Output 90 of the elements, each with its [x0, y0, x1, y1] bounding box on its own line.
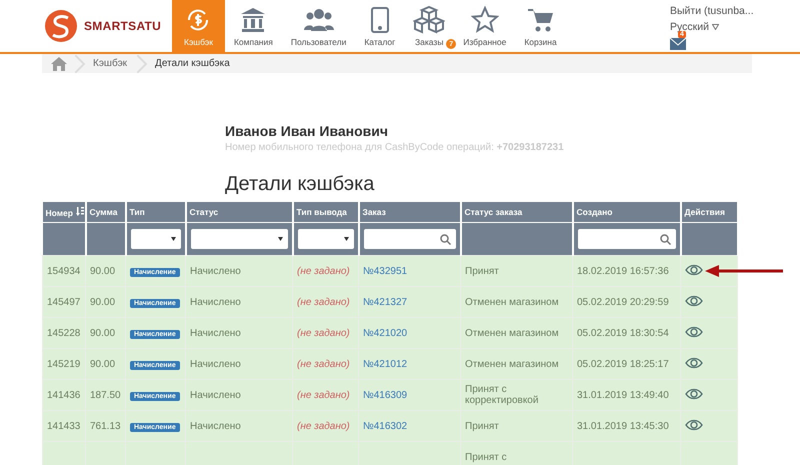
- caret-icon: [278, 237, 282, 241]
- sort-icon[interactable]: [76, 206, 84, 216]
- nav-tab[interactable]: Пользователи: [282, 0, 356, 52]
- nav-tab[interactable]: Каталог: [355, 0, 404, 52]
- star-icon: [470, 6, 499, 34]
- table-cell: Принят: [465, 266, 499, 276]
- order-link[interactable]: №416309: [363, 390, 408, 400]
- nav-tab[interactable]: Корзина: [515, 0, 566, 52]
- caret-icon: [344, 237, 348, 241]
- column-header: Тип: [126, 202, 186, 222]
- table-cell: (не задано): [297, 390, 350, 400]
- pointer-arrow-icon: [705, 265, 783, 277]
- table-cell: 90.00: [90, 328, 116, 338]
- table-cell: Начислено: [190, 328, 241, 338]
- table-cell: Принят с: [465, 452, 507, 462]
- table-cell: Начислено: [190, 390, 241, 400]
- envelope-icon[interactable]: [670, 38, 686, 50]
- table-cell: (не задано): [297, 358, 350, 370]
- table-cell: (не задано): [297, 420, 350, 432]
- breadcrumb-current[interactable]: Детали кэшбэка: [155, 58, 230, 69]
- table-cell: Начислено: [190, 296, 241, 308]
- column-header: Создано: [572, 202, 680, 222]
- nav-tab[interactable]: Компания: [224, 0, 282, 52]
- table-cell: Принят с корректировкой: [465, 384, 538, 406]
- view-eye-icon[interactable]: [685, 326, 703, 338]
- filter-search-field[interactable]: [578, 229, 676, 249]
- column-header: Тип вывода: [292, 202, 358, 222]
- table-cell: 31.01.2019 13:45:30: [577, 420, 669, 432]
- tablet-icon: [368, 6, 391, 34]
- column-header: Статус заказа: [460, 202, 572, 222]
- table-cell: 154934: [47, 266, 80, 276]
- table-cell: 18.02.2019 16:57:36: [577, 266, 669, 276]
- search-icon: [660, 234, 670, 244]
- logo-icon: [44, 9, 78, 43]
- table-cell: 90.00: [90, 266, 116, 276]
- logo-text: SMARTSATU: [84, 19, 162, 33]
- table-cell: Принят: [465, 420, 499, 432]
- bank-icon: [239, 6, 268, 34]
- table-cell: Отменен магазином: [465, 296, 559, 308]
- order-link[interactable]: №416302: [363, 420, 408, 432]
- table-cell: 90.00: [90, 296, 116, 308]
- table-cell: Начислено: [190, 266, 241, 276]
- filter-dropdown[interactable]: [130, 229, 180, 249]
- column-header: Заказ: [358, 202, 460, 222]
- search-icon: [440, 234, 450, 244]
- view-eye-icon[interactable]: [685, 294, 703, 306]
- language-dropdown[interactable]: Русский: [670, 21, 800, 33]
- table-cell: 141433: [47, 420, 80, 432]
- table-cell: (не задано): [297, 328, 350, 338]
- table-cell: Начислено: [190, 420, 241, 432]
- table-cell: (не задано): [297, 266, 350, 276]
- table-cell: 145219: [47, 358, 80, 370]
- view-eye-icon[interactable]: [685, 264, 703, 276]
- view-eye-icon[interactable]: [685, 388, 703, 400]
- view-eye-icon[interactable]: [685, 356, 703, 368]
- filter-search-field[interactable]: [364, 229, 456, 249]
- view-eye-icon[interactable]: [685, 418, 703, 430]
- order-link[interactable]: №421327: [363, 296, 408, 308]
- table-cell: 145497: [47, 296, 80, 308]
- table-cell: 05.02.2019 18:25:17: [577, 358, 669, 370]
- table-cell: 761.13: [90, 420, 121, 432]
- table-cell: (не задано): [297, 296, 350, 308]
- home-icon[interactable]: [51, 56, 67, 70]
- page-title: Детали кэшбэка: [225, 173, 376, 196]
- caret-icon: [170, 237, 176, 241]
- table-cell: 141436: [47, 390, 80, 400]
- user-name: Иванов Иван Иванович: [225, 123, 390, 139]
- table-cell: 05.02.2019 20:29:59: [577, 296, 669, 308]
- order-link[interactable]: №421020: [363, 328, 408, 338]
- order-link[interactable]: №421012: [363, 358, 408, 370]
- table-cell: Начислено: [190, 358, 241, 370]
- column-header: Действия: [680, 202, 738, 222]
- logout-link[interactable]: Выйти (tusunba...: [670, 5, 800, 17]
- nav-tab[interactable]: Избранное: [454, 0, 516, 52]
- table-cell: Отменен магазином: [465, 358, 559, 370]
- table-cell: 31.01.2019 13:49:40: [577, 390, 669, 400]
- chevron-separator-icon: [75, 54, 85, 72]
- order-link[interactable]: №432951: [363, 266, 408, 276]
- table-cell: 05.02.2019 18:30:54: [577, 328, 669, 338]
- chevron-separator-icon: [137, 54, 148, 72]
- table-cell: 90.00: [90, 358, 116, 370]
- table-cell: 187.50: [90, 390, 121, 400]
- caret-icon: [712, 24, 719, 30]
- boxes-icon: [413, 6, 446, 34]
- column-header: Сумма: [86, 202, 126, 222]
- table-cell: Отменен магазином: [465, 328, 559, 338]
- column-header[interactable]: Номер: [42, 202, 86, 222]
- breadcrumb-link[interactable]: Кэшбэк: [93, 58, 128, 69]
- column-header: Статус: [186, 202, 292, 222]
- table-cell: 145228: [47, 328, 80, 338]
